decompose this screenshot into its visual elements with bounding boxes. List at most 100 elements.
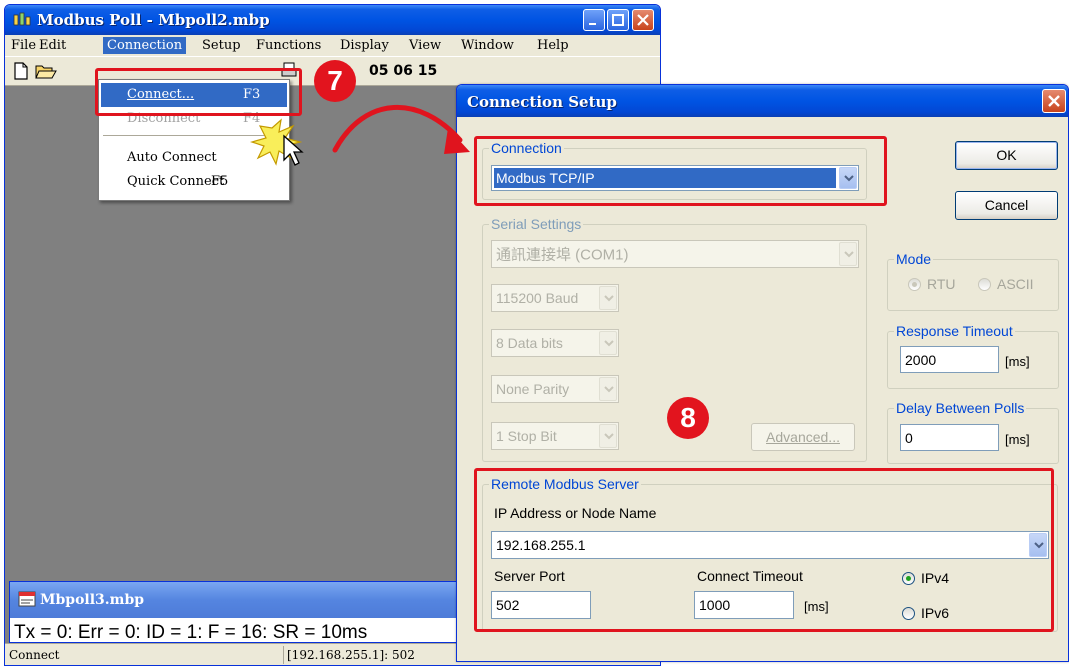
close-icon: [1048, 95, 1060, 107]
main-window-title: Modbus Poll - Mbpoll2.mbp: [37, 11, 270, 29]
dialog-titlebar[interactable]: Connection Setup: [457, 85, 1068, 117]
screenshot-stage: Modbus Poll - Mbpoll2.mbp File Edit Conn…: [0, 0, 1069, 671]
menu-setup[interactable]: Setup: [198, 37, 245, 54]
menu-separator: [103, 135, 285, 136]
step7-badge: 7: [314, 60, 356, 102]
menu-view[interactable]: View: [405, 37, 445, 54]
quick-connect-label: Quick Connect: [127, 174, 225, 189]
chevron-down-icon[interactable]: [599, 377, 617, 401]
baud-select[interactable]: 115200 Baud: [491, 284, 619, 312]
new-file-icon[interactable]: [13, 62, 29, 80]
menu-functions[interactable]: Functions: [252, 37, 325, 54]
menu-item-connect[interactable]: Connect... F3: [101, 83, 287, 107]
minimize-button[interactable]: [583, 9, 605, 31]
print-icon[interactable]: [281, 62, 297, 80]
child-titlebar[interactable]: Mbpoll3.mbp: [10, 582, 468, 618]
connection-setup-dialog: Connection Setup Connection Modbus TCP/I…: [456, 84, 1069, 662]
menu-window[interactable]: Window: [457, 37, 518, 54]
chevron-down-icon[interactable]: [599, 286, 617, 310]
ipv6-radio[interactable]: [902, 607, 915, 620]
ip-address-value: 192.168.255.1: [496, 537, 586, 553]
baud-value: 115200 Baud: [496, 290, 579, 306]
connection-type-value: Modbus TCP/IP: [494, 168, 836, 188]
connect-timeout-value: 1000: [699, 597, 731, 613]
close-button[interactable]: [632, 9, 654, 31]
chevron-down-icon[interactable]: [839, 167, 857, 189]
ok-button[interactable]: OK: [955, 141, 1058, 170]
dialog-close-button[interactable]: [1042, 89, 1066, 113]
connect-timeout-unit: [ms]: [804, 599, 829, 614]
connect-timeout-label: Connect Timeout: [697, 568, 803, 584]
menu-item-quick-connect[interactable]: Quick Connect F5: [101, 170, 287, 194]
minimize-icon: [589, 23, 596, 25]
connect-label: Connect...: [127, 87, 195, 102]
status-connection: [192.168.255.1]: 502: [287, 648, 415, 662]
menu-item-disconnect[interactable]: Disconnect F4: [101, 107, 287, 131]
mode-rtu-label: RTU: [927, 276, 956, 292]
chevron-down-icon[interactable]: [839, 242, 857, 266]
connection-dropdown-menu: Connect... F3 Disconnect F4 Auto Connect…: [98, 79, 290, 201]
menu-edit[interactable]: Edit: [35, 37, 70, 54]
cancel-button[interactable]: Cancel: [955, 191, 1058, 220]
response-timeout-unit: [ms]: [1005, 354, 1030, 369]
chevron-down-icon[interactable]: [1029, 533, 1047, 557]
main-titlebar[interactable]: Modbus Poll - Mbpoll2.mbp: [5, 5, 660, 35]
disconnect-label: Disconnect: [127, 111, 201, 126]
response-timeout-label: Response Timeout: [894, 323, 1015, 339]
com-port-select[interactable]: 通訊連接埠 (COM1): [491, 240, 859, 268]
document-icon: [18, 591, 36, 607]
mbpoll3-child-window[interactable]: Mbpoll3.mbp Tx = 0: Err = 0: ID = 1: F =…: [9, 581, 469, 643]
ipv4-label: IPv4: [921, 570, 950, 586]
delay-between-polls-input[interactable]: 0: [900, 424, 999, 451]
menu-help[interactable]: Help: [533, 37, 573, 54]
ip-address-label: IP Address or Node Name: [494, 505, 657, 521]
menu-connection[interactable]: Connection: [103, 37, 187, 54]
chevron-down-icon[interactable]: [599, 331, 617, 355]
function-codes-toolbar[interactable]: 05 06 15: [369, 63, 437, 79]
ip-address-input[interactable]: 192.168.255.1: [491, 531, 1049, 559]
menu-display[interactable]: Display: [336, 37, 393, 54]
mode-ascii-radio[interactable]: [978, 278, 991, 291]
connect-timeout-input[interactable]: 1000: [694, 591, 794, 619]
response-timeout-input[interactable]: 2000: [900, 346, 999, 373]
maximize-icon: [612, 14, 624, 26]
delay-between-polls-value: 0: [905, 429, 913, 446]
poll-status-line: Tx = 0: Err = 0: ID = 1: F = 16: SR = 10…: [14, 622, 368, 643]
stop-bit-value: 1 Stop Bit: [496, 428, 557, 444]
delay-between-polls-label: Delay Between Polls: [894, 400, 1027, 416]
server-port-input[interactable]: 502: [491, 591, 591, 619]
server-port-value: 502: [496, 597, 520, 613]
chevron-down-icon[interactable]: [599, 424, 617, 448]
step8-badge: 8: [667, 397, 709, 439]
response-timeout-value: 2000: [905, 351, 937, 368]
mode-group-label: Mode: [894, 251, 934, 267]
parity-select[interactable]: None Parity: [491, 375, 619, 403]
mode-rtu-radio[interactable]: [908, 278, 921, 291]
advanced-button[interactable]: Advanced...: [751, 423, 855, 451]
dialog-title: Connection Setup: [467, 93, 617, 111]
status-text: Connect: [9, 648, 60, 662]
mode-ascii-label: ASCII: [997, 276, 1034, 292]
data-bits-select[interactable]: 8 Data bits: [491, 329, 619, 357]
server-port-label: Server Port: [494, 568, 565, 584]
maximize-button[interactable]: [607, 9, 629, 31]
child-window-title: Mbpoll3.mbp: [40, 592, 145, 608]
delay-between-polls-unit: [ms]: [1005, 432, 1030, 447]
parity-value: None Parity: [496, 381, 570, 397]
auto-connect-label: Auto Connect: [127, 150, 217, 165]
close-icon: [637, 14, 649, 26]
stop-bit-select[interactable]: 1 Stop Bit: [491, 422, 619, 450]
menu-item-auto-connect[interactable]: Auto Connect: [101, 146, 287, 170]
modbus-app-icon: [13, 12, 31, 26]
connection-type-select[interactable]: Modbus TCP/IP: [491, 165, 859, 191]
connection-group-label: Connection: [489, 140, 564, 156]
disconnect-accel: F4: [243, 111, 261, 126]
com-port-value: 通訊連接埠 (COM1): [496, 246, 629, 264]
data-bits-value: 8 Data bits: [496, 335, 563, 351]
ipv4-radio[interactable]: [902, 572, 915, 585]
status-separator: [283, 646, 284, 664]
open-folder-icon[interactable]: [35, 62, 57, 80]
serial-settings-label: Serial Settings: [489, 216, 584, 232]
remote-server-label: Remote Modbus Server: [489, 476, 641, 492]
connect-accel: F3: [243, 87, 261, 102]
